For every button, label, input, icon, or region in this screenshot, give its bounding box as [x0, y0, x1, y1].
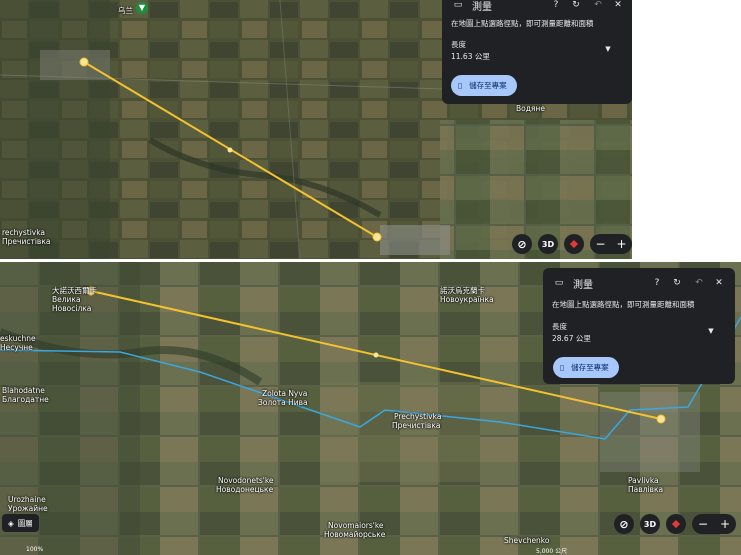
measure-point-mid[interactable]	[373, 352, 379, 358]
zoom-control: − +	[590, 234, 632, 254]
close-icon[interactable]: ✕	[612, 0, 624, 10]
place-label: 大諾沃西爾卡	[52, 286, 97, 295]
place-label: rechystivka	[2, 228, 46, 237]
length-label: 長度	[451, 40, 466, 49]
place-label: Золота Нива	[258, 398, 308, 407]
scale-bar-label: 5,000 公尺	[536, 548, 568, 555]
place-label: eskuchne	[0, 334, 36, 343]
zoom-status: 100%	[26, 546, 44, 553]
place-label: Павлівка	[628, 485, 664, 494]
bookmark-icon: ▯	[560, 363, 565, 372]
panel-title: 測量	[472, 2, 492, 13]
zoom-out-button[interactable]: −	[692, 517, 714, 531]
save-to-project-button[interactable]: ▯ 儲存至專案	[451, 75, 517, 96]
place-label: Novodonets'ke	[218, 476, 274, 485]
place-label: Zolota Nyva	[262, 389, 308, 398]
measure-point-mid[interactable]	[227, 147, 233, 153]
zoom-out-button[interactable]: −	[590, 237, 611, 251]
panel-title: 測量	[573, 280, 593, 291]
measure-panel-bottom: ▭ 測量 ? ↻ ↶ ✕ 在地圖上點選路徑點，即可測量距離和面積 長度 28.6…	[543, 268, 735, 384]
length-value: 28.67 公里	[552, 334, 591, 343]
unit-dropdown-icon[interactable]: ▼	[705, 326, 717, 336]
place-label: Новосілка	[52, 304, 92, 313]
place-label: Blahodatne	[2, 386, 45, 395]
place-label: Новомайорське	[324, 530, 386, 539]
save-to-project-button[interactable]: ▯ 儲存至專案	[553, 357, 619, 378]
zoom-in-button[interactable]: +	[714, 517, 736, 531]
place-label: Велика	[52, 295, 81, 304]
length-value: 11.63 公里	[451, 52, 490, 61]
close-icon[interactable]: ✕	[713, 278, 725, 288]
compass-icon[interactable]: ⬥	[564, 234, 584, 254]
place-label: 諾沃烏克蘭卡	[440, 286, 485, 295]
ruler-icon: ▭	[453, 0, 463, 10]
bookmark-icon: ▯	[458, 81, 463, 90]
save-to-project-label: 儲存至專案	[469, 81, 507, 90]
undo-icon[interactable]: ↶	[693, 278, 705, 288]
undo-icon[interactable]: ↶	[592, 0, 604, 10]
map-view-bottom[interactable]: 大諾沃西爾卡 Велика Новосілка 諾沃烏克蘭卡 Новоукраї…	[0, 262, 741, 555]
location-pin-icon[interactable]: ▼	[136, 2, 148, 14]
zoom-in-button[interactable]: +	[611, 237, 632, 251]
place-label: Пречистівка	[2, 237, 51, 246]
place-label: Shevchenko	[504, 536, 550, 545]
toggle-3d-button[interactable]: 3D	[538, 234, 558, 254]
layers-button[interactable]: ◈ 圖層	[2, 514, 39, 532]
panel-hint: 在地圖上點選路徑點，即可測量距離和面積	[451, 19, 594, 28]
place-label: Prechystivka	[394, 412, 442, 421]
layers-label: 圖層	[17, 518, 33, 528]
place-label: Урожайне	[8, 504, 48, 513]
place-label: Пречистівка	[392, 421, 441, 430]
measure-panel-top: ▭ 測量 ? ↻ ↶ ✕ 在地圖上點選路徑點，即可測量距離和面積 長度 11.6…	[442, 0, 632, 104]
rotate-view-icon[interactable]: ⊘	[614, 514, 634, 534]
place-label: 乌兰	[118, 6, 133, 15]
place-label: Несучне	[0, 343, 33, 352]
rotate-view-icon[interactable]: ⊘	[512, 234, 532, 254]
help-icon[interactable]: ?	[651, 278, 663, 288]
help-icon[interactable]: ?	[550, 0, 562, 10]
measure-point-end[interactable]	[656, 414, 666, 424]
place-label: Novomaiors'ke	[328, 521, 384, 530]
ruler-icon: ▭	[554, 278, 564, 288]
save-to-project-label: 儲存至專案	[571, 363, 609, 372]
map-view-top[interactable]: 乌兰 ▼ Водяне rechystivka Пречистівка ▭ 測量…	[0, 0, 632, 259]
refresh-icon[interactable]: ↻	[671, 278, 683, 288]
layers-icon: ◈	[8, 518, 14, 528]
place-label: Новодонецьке	[216, 485, 274, 494]
unit-dropdown-icon[interactable]: ▼	[602, 44, 614, 54]
place-label: Водяне	[516, 104, 545, 113]
refresh-icon[interactable]: ↻	[570, 0, 582, 10]
toggle-3d-button[interactable]: 3D	[640, 514, 660, 534]
place-label: Pavlivka	[628, 476, 659, 485]
zoom-control: − +	[692, 514, 736, 534]
measure-point-start[interactable]	[79, 57, 89, 67]
compass-icon[interactable]: ⬥	[666, 514, 686, 534]
place-label: Новоукраїнка	[440, 295, 494, 304]
place-label: Благодатне	[2, 395, 49, 404]
length-label: 長度	[552, 322, 567, 331]
measure-point-end[interactable]	[372, 232, 382, 242]
panel-hint: 在地圖上點選路徑點，即可測量距離和面積	[552, 300, 695, 309]
place-label: Urozhaine	[8, 495, 46, 504]
